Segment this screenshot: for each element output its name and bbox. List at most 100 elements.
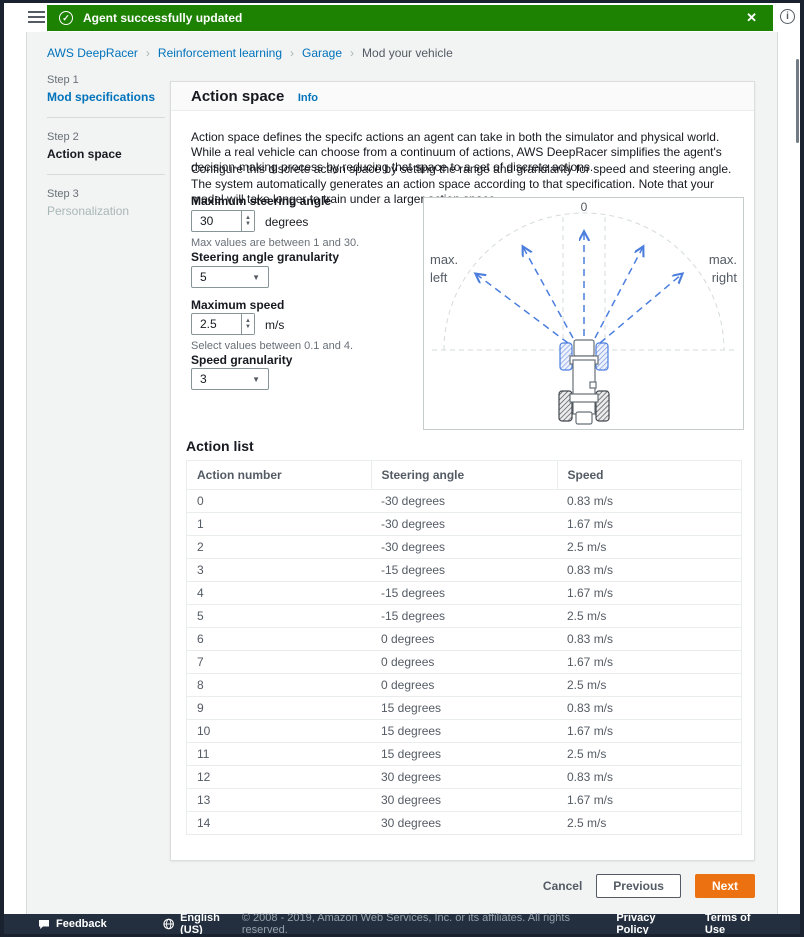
max-steering-help-text: Max values are between 1 and 30. bbox=[191, 237, 360, 249]
breadcrumb-aws-deepracer[interactable]: AWS DeepRacer bbox=[47, 46, 138, 60]
table-row: 6 0 degrees 0.83 m/s bbox=[187, 626, 741, 650]
panel-header: Action space Info bbox=[171, 82, 754, 111]
next-button[interactable]: Next bbox=[694, 874, 755, 898]
max-speed-label: Maximum speed bbox=[191, 298, 285, 312]
breadcrumb-reinforcement-learning[interactable]: Reinforcement learning bbox=[158, 46, 282, 60]
car-detail bbox=[589, 381, 597, 389]
success-check-icon: ✓ bbox=[59, 11, 73, 25]
car-tail bbox=[575, 411, 593, 425]
speed-granularity-label: Speed granularity bbox=[191, 353, 293, 367]
main-content: AWS DeepRacer › Reinforcement learning › Gar… bbox=[27, 32, 777, 914]
max-right-label-line1: max. bbox=[709, 252, 737, 267]
cell-steering-angle: 15 degrees bbox=[371, 718, 557, 742]
arrow-left-30 bbox=[523, 247, 574, 339]
globe-icon bbox=[163, 918, 174, 930]
cell-action-number: 0 bbox=[187, 488, 371, 512]
cell-steering-angle: 15 degrees bbox=[371, 741, 557, 765]
previous-button[interactable]: Previous bbox=[596, 874, 681, 898]
zero-angle-label: 0 bbox=[581, 200, 588, 214]
cell-action-number: 3 bbox=[187, 557, 371, 581]
table-row: 9 15 degrees 0.83 m/s bbox=[187, 695, 741, 719]
table-row: 1 -30 degrees 1.67 m/s bbox=[187, 511, 741, 535]
speed-granularity-value: 3 bbox=[200, 372, 207, 386]
car-top-view bbox=[558, 339, 610, 425]
table-row: 7 0 degrees 1.67 m/s bbox=[187, 649, 741, 673]
table-row: 5 -15 degrees 2.5 m/s bbox=[187, 603, 741, 627]
step-2-action-space: Action space bbox=[47, 147, 122, 161]
flash-close-icon[interactable]: ✕ bbox=[742, 10, 761, 26]
action-table-body: 0 -30 degrees 0.83 m/s 1 -30 degrees 1.6… bbox=[187, 488, 741, 834]
breadcrumb-separator: › bbox=[290, 46, 294, 60]
cell-action-number: 14 bbox=[187, 810, 371, 834]
speed-unit-label: m/s bbox=[265, 318, 285, 332]
top-bar: ✓ Agent successfully updated ✕ i bbox=[4, 3, 800, 32]
cell-speed: 2.5 m/s bbox=[557, 534, 741, 558]
copyright-text: © 2008 - 2019, Amazon Web Services, Inc.… bbox=[241, 912, 570, 934]
cell-speed: 1.67 m/s bbox=[557, 511, 741, 535]
cell-speed: 0.83 m/s bbox=[557, 557, 741, 581]
breadcrumb-current: Mod your vehicle bbox=[362, 46, 453, 60]
cell-speed: 0.83 m/s bbox=[557, 488, 741, 512]
step-1-mod-specifications[interactable]: Mod specifications bbox=[47, 90, 165, 104]
help-panel-info-icon[interactable]: i bbox=[780, 9, 795, 24]
steering-granularity-label: Steering angle granularity bbox=[191, 250, 340, 264]
cell-steering-angle: -30 degrees bbox=[371, 534, 557, 558]
chevron-down-icon: ▼ bbox=[252, 272, 260, 282]
cell-speed: 0.83 m/s bbox=[557, 626, 741, 650]
max-left-label-line1: max. bbox=[430, 252, 458, 267]
cell-speed: 1.67 m/s bbox=[557, 649, 741, 673]
cell-steering-angle: -30 degrees bbox=[371, 488, 557, 512]
max-speed-field: ▲▼ bbox=[191, 313, 255, 335]
scrollbar-thumb[interactable] bbox=[796, 59, 799, 143]
table-row: 13 30 degrees 1.67 m/s bbox=[187, 787, 741, 811]
col-header-speed: Speed bbox=[556, 461, 741, 489]
divider bbox=[47, 174, 165, 175]
privacy-policy-link[interactable]: Privacy Policy bbox=[616, 912, 687, 934]
max-speed-help-text: Select values between 0.1 and 4. bbox=[191, 340, 354, 352]
collapsed-left-nav[interactable] bbox=[4, 32, 27, 914]
wizard-actions: Cancel Previous Next bbox=[543, 874, 755, 898]
cell-steering-angle: 30 degrees bbox=[371, 787, 557, 811]
cell-speed: 1.67 m/s bbox=[557, 580, 741, 604]
stepper-arrows-icon[interactable]: ▲ ▼ bbox=[241, 211, 254, 231]
cell-speed: 2.5 m/s bbox=[557, 810, 741, 834]
table-row: 4 -15 degrees 1.67 m/s bbox=[187, 580, 741, 604]
cell-steering-angle: 15 degrees bbox=[371, 695, 557, 719]
terms-of-use-link[interactable]: Terms of Use bbox=[705, 912, 770, 934]
arrow-max-left bbox=[476, 274, 569, 344]
collapsed-help-panel[interactable] bbox=[777, 32, 800, 914]
cancel-button[interactable]: Cancel bbox=[543, 879, 582, 893]
stepper-arrows-icon[interactable]: ▲ ▼ bbox=[241, 314, 254, 334]
feedback-button[interactable]: Feedback bbox=[38, 918, 107, 930]
cell-action-number: 10 bbox=[187, 718, 371, 742]
cell-steering-angle: -30 degrees bbox=[371, 511, 557, 535]
menu-hamburger-icon[interactable] bbox=[28, 11, 45, 25]
breadcrumb: AWS DeepRacer › Reinforcement learning › Gar… bbox=[47, 46, 453, 60]
step-2-number: Step 2 bbox=[47, 131, 79, 143]
info-link[interactable]: Info bbox=[298, 92, 318, 104]
cell-speed: 1.67 m/s bbox=[557, 787, 741, 811]
steering-granularity-select[interactable]: 5 ▼ bbox=[191, 266, 269, 288]
cell-speed: 2.5 m/s bbox=[557, 603, 741, 627]
step-1-number: Step 1 bbox=[47, 74, 79, 86]
col-header-steering-angle: Steering angle bbox=[370, 461, 557, 489]
cell-action-number: 5 bbox=[187, 603, 371, 627]
table-row: 11 15 degrees 2.5 m/s bbox=[187, 741, 741, 765]
feedback-bubble-icon bbox=[39, 919, 49, 929]
cell-action-number: 4 bbox=[187, 580, 371, 604]
col-header-action-number: Action number bbox=[197, 467, 282, 482]
speed-granularity-select[interactable]: 3 ▼ bbox=[191, 368, 269, 390]
steering-diagram-svg: 0 max. left max. right bbox=[430, 200, 737, 425]
cell-action-number: 6 bbox=[187, 626, 371, 650]
table-row: 0 -30 degrees 0.83 m/s bbox=[187, 488, 741, 512]
cell-steering-angle: -15 degrees bbox=[371, 603, 557, 627]
step-3-number: Step 3 bbox=[47, 188, 79, 200]
success-flashbar: ✓ Agent successfully updated ✕ bbox=[47, 5, 773, 31]
chevron-down-icon: ▼ bbox=[252, 374, 260, 384]
arrow-right-30 bbox=[594, 247, 643, 339]
cell-speed: 0.83 m/s bbox=[557, 695, 741, 719]
cell-steering-angle: -15 degrees bbox=[371, 557, 557, 581]
language-selector[interactable]: English (US) bbox=[163, 912, 242, 934]
breadcrumb-garage[interactable]: Garage bbox=[302, 46, 342, 60]
table-row: 14 30 degrees 2.5 m/s bbox=[187, 810, 741, 834]
